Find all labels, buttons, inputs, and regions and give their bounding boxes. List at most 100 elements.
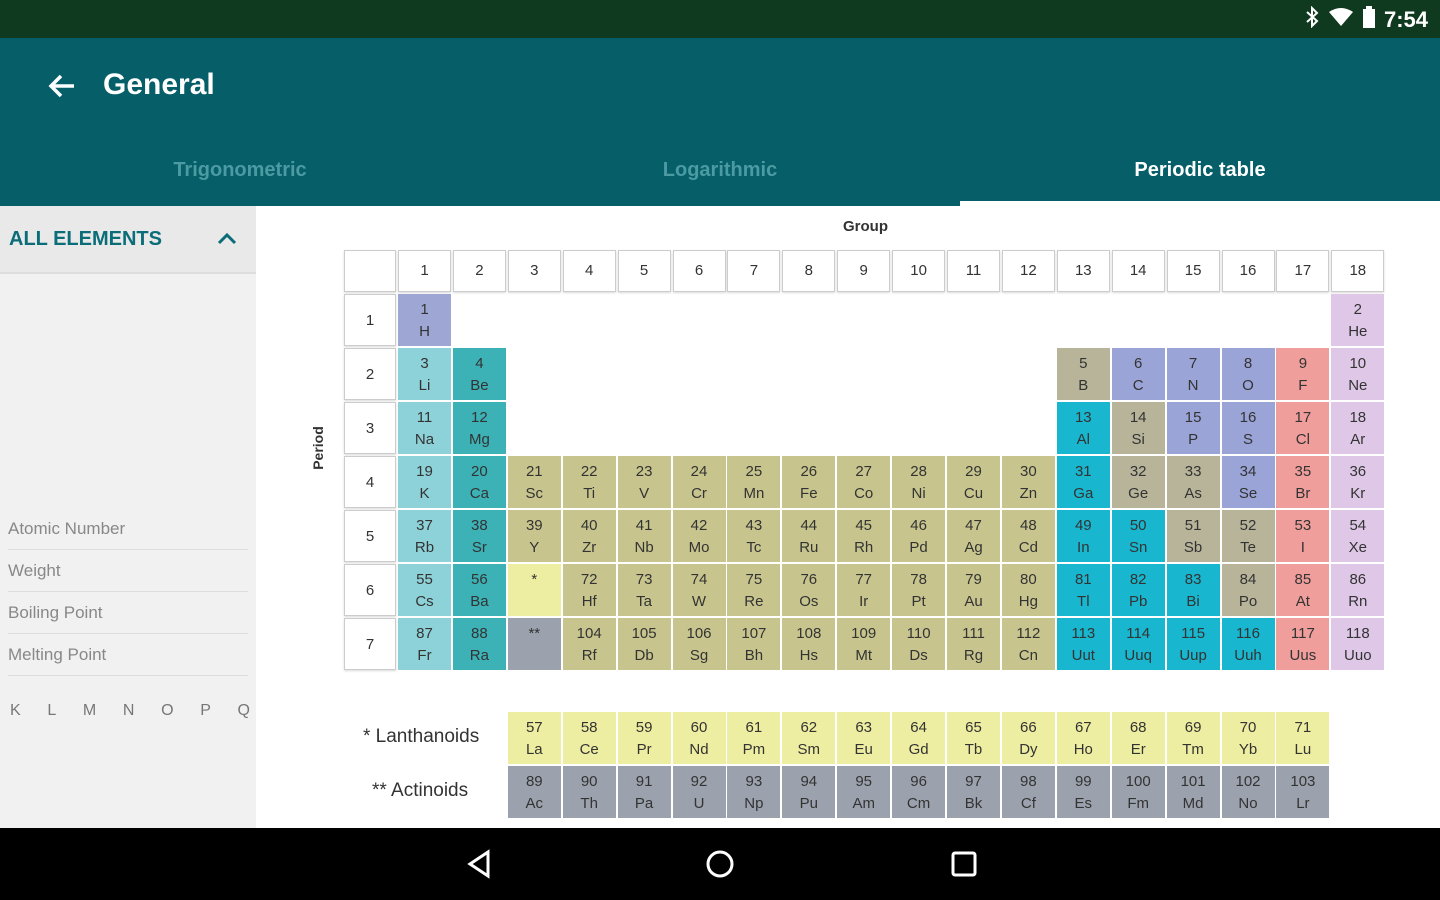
element-cell[interactable]: 89 Ac: [507, 766, 561, 818]
element-cell[interactable]: 33 As: [1166, 456, 1220, 508]
element-cell[interactable]: 113 Uut: [1056, 618, 1110, 670]
element-cell[interactable]: 48 Cd: [1001, 510, 1055, 562]
element-cell[interactable]: 74 W: [672, 564, 726, 616]
element-cell[interactable]: 110 Ds: [892, 618, 946, 670]
element-cell[interactable]: 26 Fe: [782, 456, 836, 508]
shell-k[interactable]: K: [10, 702, 21, 720]
element-cell[interactable]: 98 Cf: [1001, 766, 1055, 818]
element-cell[interactable]: 25 Mn: [727, 456, 781, 508]
element-cell[interactable]: 42 Mo: [672, 510, 726, 562]
shell-o[interactable]: O: [161, 702, 173, 720]
element-cell[interactable]: 20 Ca: [452, 456, 506, 508]
element-cell[interactable]: 52 Te: [1221, 510, 1275, 562]
element-cell[interactable]: 40 Zr: [562, 510, 616, 562]
element-cell[interactable]: 118 Uuo: [1331, 618, 1385, 670]
element-cell[interactable]: 15 P: [1166, 402, 1220, 454]
element-cell[interactable]: 13 Al: [1056, 402, 1110, 454]
element-cell[interactable]: 24 Cr: [672, 456, 726, 508]
element-cell[interactable]: 47 Ag: [947, 510, 1000, 562]
sidebar-item-weight[interactable]: Weight: [8, 550, 248, 592]
element-cell[interactable]: 58 Ce: [562, 712, 616, 764]
element-cell[interactable]: 36 Kr: [1331, 456, 1385, 508]
shell-m[interactable]: M: [83, 702, 96, 720]
recents-square-icon[interactable]: [944, 844, 984, 884]
element-cell[interactable]: 86 Rn: [1331, 564, 1385, 616]
element-cell[interactable]: 61 Pm: [727, 712, 781, 764]
sidebar-header[interactable]: ALL ELEMENTS: [0, 206, 256, 274]
element-cell[interactable]: 45 Rh: [837, 510, 891, 562]
element-cell[interactable]: 70 Yb: [1221, 712, 1275, 764]
element-cell[interactable]: 107 Bh: [727, 618, 781, 670]
element-cell[interactable]: 95 Am: [837, 766, 891, 818]
element-cell[interactable]: 109 Mt: [837, 618, 891, 670]
element-cell[interactable]: 22 Ti: [562, 456, 616, 508]
element-cell[interactable]: 91 Pa: [617, 766, 671, 818]
sidebar-item-boiling-point[interactable]: Boiling Point: [8, 592, 248, 634]
element-cell[interactable]: 14 Si: [1111, 402, 1165, 454]
element-cell[interactable]: 117 Uus: [1276, 618, 1330, 670]
tab-periodic-table[interactable]: Periodic table: [960, 156, 1440, 206]
element-cell[interactable]: 88 Ra: [452, 618, 506, 670]
element-cell[interactable]: 65 Tb: [947, 712, 1000, 764]
element-cell[interactable]: 51 Sb: [1166, 510, 1220, 562]
element-cell[interactable]: 69 Tm: [1166, 712, 1220, 764]
element-cell[interactable]: 77 Ir: [837, 564, 891, 616]
element-cell[interactable]: 32 Ge: [1111, 456, 1165, 508]
element-cell[interactable]: 73 Ta: [617, 564, 671, 616]
element-cell[interactable]: 43 Tc: [727, 510, 781, 562]
element-cell[interactable]: 17 Cl: [1276, 402, 1330, 454]
element-cell[interactable]: 90 Th: [562, 766, 616, 818]
element-cell[interactable]: 10 Ne: [1331, 348, 1385, 400]
element-cell[interactable]: 29 Cu: [947, 456, 1000, 508]
element-cell[interactable]: *: [507, 564, 561, 616]
back-triangle-icon[interactable]: [460, 844, 500, 884]
element-cell[interactable]: 46 Pd: [892, 510, 946, 562]
element-cell[interactable]: 34 Se: [1221, 456, 1275, 508]
tab-logarithmic[interactable]: Logarithmic: [480, 156, 960, 206]
element-cell[interactable]: 60 Nd: [672, 712, 726, 764]
element-cell[interactable]: 5B: [1056, 348, 1110, 400]
element-cell[interactable]: 114 Uuq: [1111, 618, 1165, 670]
sidebar-item-atomic-number[interactable]: Atomic Number: [8, 508, 248, 550]
element-cell[interactable]: 104 Rf: [562, 618, 616, 670]
element-cell[interactable]: 54 Xe: [1331, 510, 1385, 562]
element-cell[interactable]: 53 I: [1276, 510, 1330, 562]
element-cell[interactable]: 75 Re: [727, 564, 781, 616]
element-cell[interactable]: 27 Co: [837, 456, 891, 508]
element-cell[interactable]: 105 Db: [617, 618, 671, 670]
element-cell[interactable]: 12 Mg: [452, 402, 506, 454]
element-cell[interactable]: 4 Be: [452, 348, 506, 400]
element-cell[interactable]: 66 Dy: [1001, 712, 1055, 764]
element-cell[interactable]: 56 Ba: [452, 564, 506, 616]
back-button[interactable]: [44, 68, 80, 104]
element-cell[interactable]: 79 Au: [947, 564, 1000, 616]
shell-l[interactable]: L: [47, 702, 56, 720]
element-cell[interactable]: 21 Sc: [507, 456, 561, 508]
element-cell[interactable]: 93 Np: [727, 766, 781, 818]
element-cell[interactable]: 112 Cn: [1001, 618, 1055, 670]
element-cell[interactable]: 50 Sn: [1111, 510, 1165, 562]
element-cell[interactable]: 94 Pu: [782, 766, 836, 818]
element-cell[interactable]: 76 Os: [782, 564, 836, 616]
element-cell[interactable]: 39 Y: [507, 510, 561, 562]
element-cell[interactable]: 115 Uup: [1166, 618, 1220, 670]
element-cell[interactable]: 16 S: [1221, 402, 1275, 454]
element-cell[interactable]: 72 Hf: [562, 564, 616, 616]
shell-q[interactable]: Q: [238, 702, 250, 720]
element-cell[interactable]: 81 Tl: [1056, 564, 1110, 616]
element-cell[interactable]: 41 Nb: [617, 510, 671, 562]
element-cell[interactable]: 11 Na: [398, 402, 451, 454]
element-cell[interactable]: 57 La: [507, 712, 561, 764]
sidebar-item-melting-point[interactable]: Melting Point: [8, 634, 248, 676]
home-circle-icon[interactable]: [700, 844, 740, 884]
element-cell[interactable]: 78 Pt: [892, 564, 946, 616]
element-cell[interactable]: 2 He: [1331, 294, 1385, 346]
element-cell[interactable]: 6C: [1111, 348, 1165, 400]
element-cell[interactable]: 19 K: [398, 456, 451, 508]
chevron-up-icon[interactable]: [216, 230, 238, 251]
element-cell[interactable]: 62 Sm: [782, 712, 836, 764]
element-cell[interactable]: 59 Pr: [617, 712, 671, 764]
element-cell[interactable]: 99 Es: [1056, 766, 1110, 818]
element-cell[interactable]: 116 Uuh: [1221, 618, 1275, 670]
element-cell[interactable]: 85 At: [1276, 564, 1330, 616]
